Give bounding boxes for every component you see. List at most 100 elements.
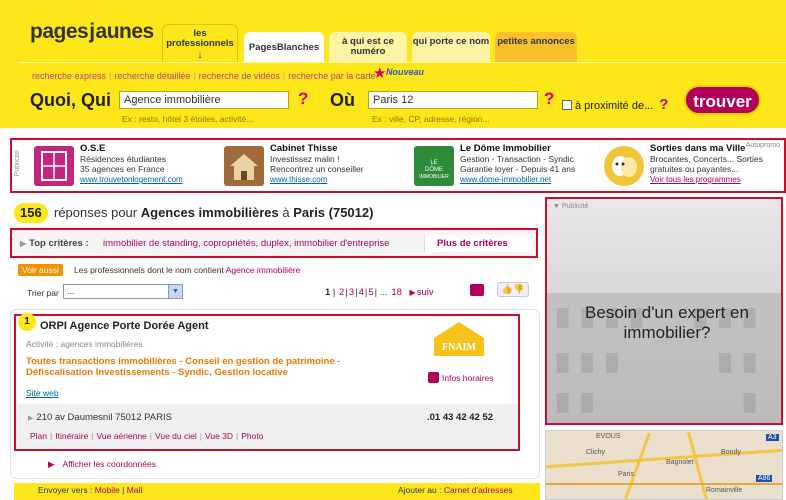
- trouver-button[interactable]: trouver: [684, 85, 761, 115]
- publicite-label: ▼ Publicité: [553, 203, 589, 210]
- pub-title: Le Dôme Immobilier: [460, 143, 551, 154]
- trier-select[interactable]: ... ▼: [63, 284, 183, 299]
- search-panel: recherche express | recherche détaillée | re…: [18, 62, 786, 128]
- map-label: Bondy: [721, 449, 741, 456]
- tab-petites-annonces[interactable]: petites annonces: [495, 32, 577, 62]
- envoyer-label: Envoyer vers :: [38, 485, 93, 495]
- quoi-help-icon[interactable]: ?: [298, 89, 308, 109]
- tab-qui-porte-ce-nom[interactable]: qui porte ce nom: [412, 32, 490, 62]
- address-text: 210 av Daumesnil 75012 PARIS: [36, 412, 172, 423]
- link-vue-3d[interactable]: Vue 3D: [205, 431, 233, 441]
- page-link[interactable]: 4: [359, 287, 364, 298]
- house-icon: [224, 146, 264, 186]
- link-photo[interactable]: Photo: [241, 431, 263, 441]
- plus-de-criteres-button[interactable]: Plus de critères: [424, 235, 532, 252]
- result-rank-badge: 1: [18, 313, 36, 331]
- infos-horaires-link[interactable]: Infos horaires: [428, 372, 494, 383]
- ou-input[interactable]: Paris 12: [368, 91, 538, 109]
- page-link-last[interactable]: 18: [391, 287, 402, 298]
- afficher-coordonnees-link[interactable]: ▶ Afficher les coordonnées: [48, 459, 156, 470]
- page-ellipsis: ...: [379, 287, 388, 298]
- chevron-down-icon[interactable]: ▼: [168, 285, 182, 298]
- header: pagesjaunes les professionnels ↓ PagesBla…: [0, 0, 786, 128]
- pub-link[interactable]: www.dome-immobilier.net: [460, 175, 551, 184]
- result-activity: Activité : agences immobilières: [26, 339, 143, 349]
- top-criteria-label: ▶ Top critères :: [20, 238, 89, 249]
- svg-text:LE: LE: [430, 160, 437, 166]
- pub-link[interactable]: www.trouvetonlogement.com: [80, 175, 183, 184]
- proximite-checkbox[interactable]: à proximité de...?: [562, 96, 668, 113]
- map-road-badge: A86: [756, 475, 773, 482]
- link-recherche-express[interactable]: recherche express: [32, 71, 106, 81]
- link-recherche-videos[interactable]: recherche de vidéos: [199, 71, 280, 81]
- horaires-label: Infos horaires: [442, 373, 494, 383]
- arrow-down-icon: ↓: [197, 49, 203, 61]
- criteria-links[interactable]: immobilier de standing, copropriétés, du…: [103, 238, 389, 249]
- result-address: ▶ 210 av Daumesnil 75012 PARIS: [28, 412, 172, 423]
- trier-value: ...: [67, 286, 75, 296]
- pub-link[interactable]: Voir tous les programmes: [650, 175, 741, 184]
- quoi-input[interactable]: Agence immobilière: [119, 91, 289, 109]
- voir-aussi-link[interactable]: Agence immobilière: [226, 265, 301, 275]
- map-thumbnail[interactable]: EVOUS A3 Bondy Bagnolet Paris Romainvill…: [545, 430, 783, 500]
- link-vue-aerienne[interactable]: Vue aérienne: [97, 431, 147, 441]
- tab-a-qui-est-ce-numero[interactable]: à qui est ce numéro: [329, 32, 407, 62]
- pub-link[interactable]: www.thisse.com: [270, 175, 327, 184]
- tab-professionnels[interactable]: les professionnels ↓: [162, 24, 238, 62]
- page-link[interactable]: 3: [349, 287, 354, 298]
- afficher-label: Afficher les coordonnées: [62, 459, 156, 469]
- result-description: Toutes transactions immobilières - Conse…: [26, 356, 341, 378]
- svg-text:DÔME: DÔME: [425, 166, 443, 173]
- triangle-right-icon: ▶: [48, 459, 55, 469]
- carnet-adresses-link[interactable]: Carnet d'adresses: [444, 485, 513, 495]
- ou-help-icon[interactable]: ?: [544, 89, 554, 109]
- proximite-help-icon[interactable]: ?: [659, 96, 668, 113]
- page-next-link[interactable]: suiv: [417, 287, 434, 298]
- criteria-label-text: Top critères :: [29, 238, 89, 249]
- nouveau-badge: Nouveau: [386, 67, 425, 77]
- ajouter-label: Ajouter au :: [398, 485, 442, 495]
- results-title: réponses pour Agences immobilières à Par…: [54, 205, 373, 220]
- result-actions-bar: Envoyer vers : Mobile | Mail Ajouter au …: [14, 483, 540, 500]
- site-web-link[interactable]: Site web: [26, 388, 59, 398]
- send-mobile-link[interactable]: Mobile: [95, 485, 120, 495]
- print-icon[interactable]: [470, 284, 484, 296]
- thumbs-icon[interactable]: 👍👎: [497, 282, 529, 297]
- pub-line: 35 agences en France: [80, 164, 165, 174]
- ou-label: Où: [330, 90, 355, 110]
- send-mail-link[interactable]: Mail: [127, 485, 143, 495]
- link-recherche-carte[interactable]: recherche par la carte: [288, 71, 376, 81]
- link-itineraire[interactable]: Itinéraire: [55, 431, 88, 441]
- checkbox-icon[interactable]: [562, 100, 572, 110]
- proximite-label: à proximité de...: [575, 100, 654, 112]
- results-place: Paris (75012): [293, 205, 374, 220]
- pub-cabinet-thisse[interactable]: Cabinet Thisse Investissez malin ! Rencont…: [224, 144, 414, 190]
- link-vue-du-ciel[interactable]: Vue du ciel: [155, 431, 197, 441]
- trier-label: Trier par: [27, 288, 59, 298]
- link-recherche-detaillee[interactable]: recherche détaillée: [114, 71, 190, 81]
- result-phone[interactable]: .01 43 42 42 52: [427, 412, 493, 423]
- triangle-right-icon: ▶: [28, 415, 34, 422]
- map-label: EVOUS: [596, 433, 621, 440]
- fnaim-text: FNAIM: [442, 342, 476, 353]
- page-link[interactable]: 5: [368, 287, 373, 298]
- dome-logo-icon: LE DÔME IMMOBILIER: [414, 146, 454, 186]
- right-advert[interactable]: ▼ Publicité Besoin d'un expert en immobi…: [545, 197, 783, 425]
- ad-text: Besoin d'un expert en immobilier?: [585, 303, 749, 342]
- pub-line: Garantie loyer - Depuis 41 ans: [460, 164, 576, 174]
- result-name[interactable]: ORPI Agence Porte Dorée Agent: [40, 320, 209, 332]
- pub-ose[interactable]: O.S.E Résidences étudiantes 35 agences en …: [34, 144, 224, 190]
- building-image: [547, 293, 781, 423]
- pub-dome-immobilier[interactable]: LE DÔME IMMOBILIER Le Dôme Immobilier Gesti…: [414, 144, 604, 190]
- tab-pagesblanches[interactable]: PagesBlanches: [244, 32, 324, 62]
- search-mode-links: recherche express | recherche détaillée | re…: [32, 71, 376, 81]
- page-link[interactable]: 2: [339, 287, 344, 298]
- map-label: Bagnolet: [666, 459, 694, 466]
- pub-sorties[interactable]: Sorties dans ma Ville Brocantes, Concerts…: [604, 144, 784, 190]
- quoi-hint: Ex : resto, hôtel 3 étoiles, activité...: [122, 114, 254, 124]
- next-arrow-icon[interactable]: ▶: [410, 288, 416, 297]
- ose-logo-icon: [34, 146, 74, 186]
- pub-title: O.S.E: [80, 143, 106, 154]
- pagesjaunes-logo[interactable]: pagesjaunes: [30, 20, 154, 44]
- link-plan[interactable]: Plan: [30, 431, 47, 441]
